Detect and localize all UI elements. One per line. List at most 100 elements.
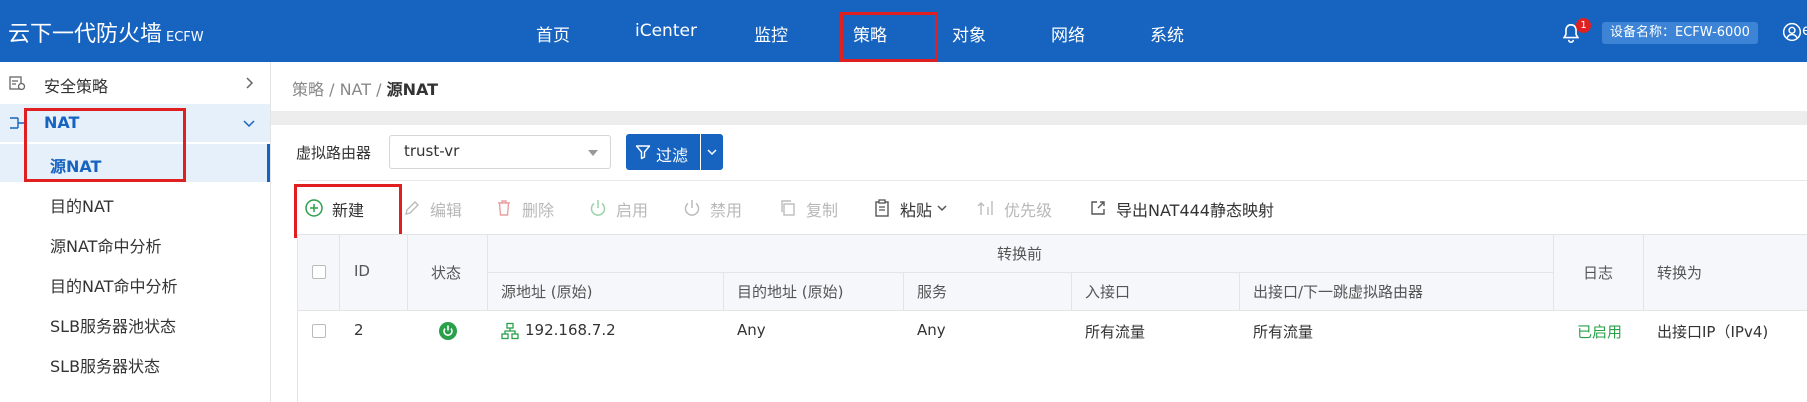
sidebar-item-label: 目的NAT命中分析 (50, 277, 178, 296)
column-header-translate-to[interactable]: 转换为 (1657, 262, 1702, 283)
cell-egress-interface: 所有流量 (1253, 323, 1314, 341)
column-header-id[interactable]: ID (354, 262, 370, 280)
table-border (407, 234, 408, 310)
table-border (487, 272, 1553, 273)
top-bar: 云下一代防火墙 ECFW 首页 iCenter 监控 策略 对象 网络 系统 1 … (0, 0, 1807, 62)
sidebar-item-label: 源NAT命中分析 (50, 237, 162, 256)
cell-service[interactable]: Any (917, 321, 946, 339)
column-header-destination-address[interactable]: 目的地址 (原始) (737, 281, 843, 302)
nav-monitor[interactable]: 监控 (754, 21, 788, 46)
add-circle-icon (305, 199, 323, 217)
nat-rules-table: ID 状态 转换前 源地址 (原始) 目的地址 (原始) 服务 入接口 出接口/… (297, 234, 1807, 402)
device-name-badge: 设备名称：ECFW-6000 (1602, 22, 1758, 44)
column-header-ingress-interface[interactable]: 入接口 (1085, 281, 1130, 302)
copy-button[interactable]: 复制 (778, 196, 848, 220)
virtual-router-select[interactable]: trust-vr (389, 135, 611, 169)
sidebar-item-label: 安全策略 (44, 77, 109, 96)
table-border (1071, 272, 1072, 310)
sidebar: 安全策略 NAT 源NAT 目的NAT 源NAT命中分析 目的NAT命中分析 S… (0, 62, 271, 402)
delete-label: 删除 (522, 201, 555, 220)
new-button[interactable]: 新建 (304, 196, 374, 220)
disable-button[interactable]: 禁用 (682, 196, 752, 220)
table-border (339, 234, 340, 310)
sidebar-item-label: SLB服务器状态 (50, 357, 161, 376)
copy-icon (781, 200, 795, 216)
edit-label: 编辑 (430, 201, 463, 220)
filter-label: 过滤 (656, 146, 689, 165)
sidebar-item-slb-server-status[interactable]: SLB服务器状态 (0, 344, 270, 382)
sidebar-item-source-nat[interactable]: 源NAT (0, 144, 270, 182)
paste-button[interactable]: 粘贴 (872, 196, 952, 220)
column-header-source-address[interactable]: 源地址 (原始) (501, 281, 592, 302)
nat-icon (10, 117, 24, 129)
breadcrumb-separator: / (371, 80, 387, 99)
divider (297, 180, 1807, 181)
breadcrumb-nat[interactable]: NAT (340, 80, 371, 99)
table-border (1643, 234, 1644, 310)
table-row[interactable]: 2 192.168.7.2 Any Any 所有流量 所有流量 已启用 出接口I… (297, 311, 1807, 351)
nav-network[interactable]: 网络 (1051, 21, 1085, 46)
cell-translate-to: 出接口IP（IPv4) (1657, 323, 1769, 341)
table-border (903, 272, 904, 310)
row-checkbox[interactable] (312, 324, 326, 338)
breadcrumb-separator: / (324, 80, 340, 99)
nav-icenter[interactable]: iCenter (635, 21, 697, 41)
nav-policy[interactable]: 策略 (853, 21, 887, 46)
nav-object[interactable]: 对象 (952, 21, 986, 46)
new-label: 新建 (332, 201, 365, 220)
filter-icon (635, 145, 651, 160)
cell-ingress-interface: 所有流量 (1085, 323, 1146, 341)
sidebar-item-destination-nat[interactable]: 目的NAT (0, 184, 270, 222)
cell-source-address[interactable]: 192.168.7.2 (525, 321, 616, 339)
chevron-down-icon (707, 149, 717, 156)
power-icon (590, 200, 606, 216)
breadcrumb-policy[interactable]: 策略 (292, 80, 324, 99)
export-nat444-button[interactable]: 导出NAT444静态映射 (1088, 196, 1288, 220)
active-indicator (267, 144, 270, 182)
caret-down-icon (588, 150, 598, 156)
network-address-icon (501, 322, 519, 340)
column-header-egress-interface[interactable]: 出接口/下一跳虚拟路由器 (1253, 281, 1423, 302)
cell-id: 2 (354, 321, 364, 339)
select-all-checkbox[interactable] (312, 265, 326, 279)
table-border (1553, 234, 1554, 310)
nav-home[interactable]: 首页 (536, 21, 570, 46)
column-header-service[interactable]: 服务 (917, 281, 947, 302)
chevron-right-icon (246, 77, 254, 89)
cell-destination-address[interactable]: Any (737, 321, 766, 339)
nav-system[interactable]: 系统 (1150, 21, 1184, 46)
priority-label: 优先级 (1004, 201, 1053, 220)
sort-priority-icon (977, 201, 993, 215)
column-header-log[interactable]: 日志 (1583, 262, 1613, 283)
sidebar-item-label: NAT (44, 113, 80, 132)
sidebar-item-security-policy[interactable]: 安全策略 (0, 64, 270, 102)
sidebar-item-slb-pool-status[interactable]: SLB服务器池状态 (0, 304, 270, 342)
virtual-router-label: 虚拟路由器 (296, 144, 372, 162)
clipboard-icon (875, 199, 889, 217)
export-icon (1091, 201, 1105, 215)
delete-button[interactable]: 删除 (494, 196, 564, 220)
sidebar-item-label: SLB服务器池状态 (50, 317, 177, 336)
chevron-down-icon (937, 205, 947, 212)
divider-strip (271, 111, 1807, 125)
enabled-status-icon (439, 322, 457, 340)
column-header-status[interactable]: 状态 (431, 262, 461, 283)
virtual-router-value: trust-vr (404, 142, 460, 160)
sidebar-item-label: 目的NAT (50, 197, 114, 216)
breadcrumb-current: 源NAT (386, 80, 439, 99)
cell-log-status: 已启用 (1577, 323, 1623, 341)
user-name[interactable]: e (1802, 21, 1807, 39)
breadcrumb: 策略 / NAT / 源NAT (292, 76, 438, 100)
disable-label: 禁用 (710, 201, 743, 220)
priority-button[interactable]: 优先级 (976, 196, 1066, 220)
filter-dropdown-button[interactable] (701, 134, 723, 170)
enable-button[interactable]: 启用 (588, 196, 658, 220)
user-icon[interactable] (1782, 22, 1802, 42)
notification-badge: 1 (1576, 18, 1591, 33)
sidebar-item-destination-nat-hit-analysis[interactable]: 目的NAT命中分析 (0, 264, 270, 302)
filter-button[interactable]: 过滤 (626, 134, 700, 170)
pencil-icon (405, 201, 419, 215)
sidebar-item-nat[interactable]: NAT (0, 104, 270, 142)
edit-button[interactable]: 编辑 (402, 196, 472, 220)
sidebar-item-source-nat-hit-analysis[interactable]: 源NAT命中分析 (0, 224, 270, 262)
